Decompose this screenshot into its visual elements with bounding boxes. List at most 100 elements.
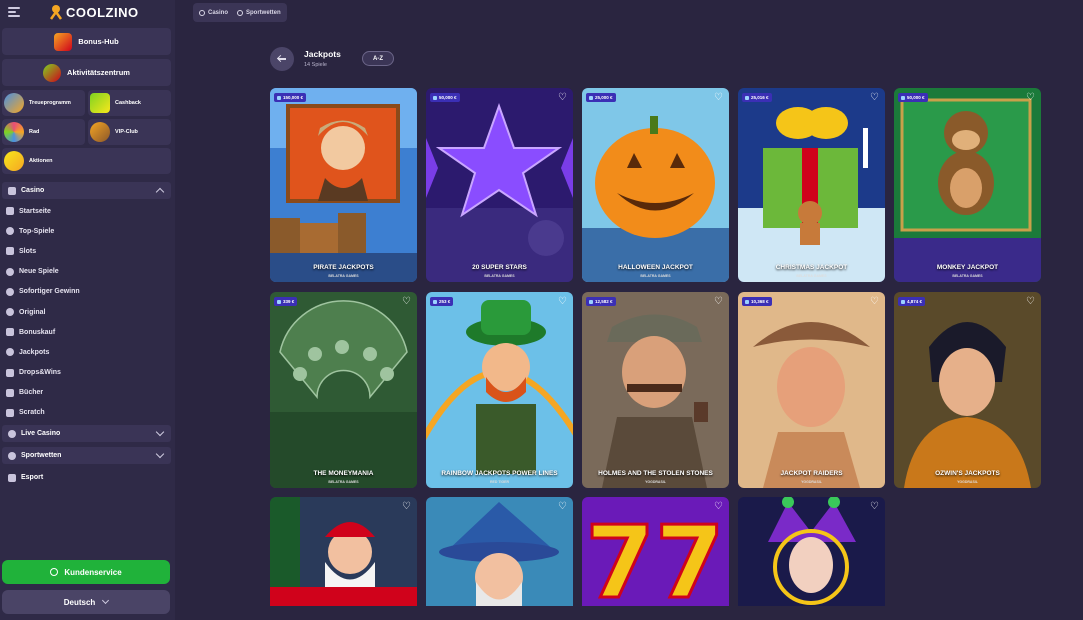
heart-icon[interactable]: ♡: [1026, 93, 1035, 103]
tab-casino[interactable]: Casino: [199, 9, 228, 16]
jackpot-badge: 150,000 €: [274, 93, 307, 102]
game-provider: BELATRA GAMES: [484, 274, 515, 278]
game-provider: YGGDRASIL: [801, 480, 822, 484]
game-title: 20 SUPER STARS: [472, 264, 527, 271]
bonus-hub-label: Bonus-Hub: [78, 37, 119, 46]
sportwetten-label: Sportwetten: [21, 452, 62, 460]
scratch-icon: [6, 408, 14, 417]
nav-item-slots[interactable]: Slots: [6, 241, 175, 261]
game-thumbnail: [270, 497, 417, 606]
activity-center-button[interactable]: Aktivitätszentrum: [2, 59, 171, 86]
game-title: THE MONEYMANIA: [313, 470, 374, 477]
esport-link[interactable]: Esport: [2, 469, 171, 486]
game-title: HALLOWEEN JACKPOT: [618, 264, 693, 271]
heart-icon[interactable]: ♡: [558, 502, 567, 512]
sportwetten-toggle[interactable]: Sportwetten: [2, 447, 171, 465]
game-card[interactable]: ♡: [738, 497, 885, 606]
tile-label: Cashback: [115, 100, 141, 106]
nav-item-top-games[interactable]: Top-Spiele: [6, 221, 175, 241]
nav-item-drops-wins[interactable]: Drops&Wins: [6, 363, 175, 383]
heart-icon[interactable]: ♡: [714, 93, 723, 103]
game-card[interactable]: 77 ♡: [582, 497, 729, 606]
heart-icon[interactable]: ♡: [402, 502, 411, 512]
game-card[interactable]: 253 € ♡ RAINBOW JACKPOTS POWER LINES RED…: [426, 292, 573, 488]
jackpot-badge: 12,582 €: [586, 297, 616, 306]
jackpot-badge: 253 €: [430, 297, 454, 306]
game-card[interactable]: 25,016 € ♡ CHRISTMAS JACKPOT BELATRA GAM…: [738, 88, 885, 282]
customer-service-button[interactable]: Kundenservice: [2, 560, 170, 584]
activity-center-label: Aktivitätszentrum: [67, 68, 130, 77]
tab-sportwetten[interactable]: Sportwetten: [237, 9, 281, 16]
game-card[interactable]: 12,582 € ♡ HOLMES AND THE STOLEN STONES …: [582, 292, 729, 488]
heart-icon[interactable]: ♡: [558, 297, 567, 307]
nav-item-label: Bonuskauf: [19, 328, 56, 336]
ball-icon: [237, 9, 244, 16]
game-card[interactable]: 10,368 € ♡ JACKPOT RAIDERS YGGDRASIL: [738, 292, 885, 488]
heart-icon[interactable]: ♡: [870, 93, 879, 103]
esport-label: Esport: [21, 474, 44, 482]
bonus-hub-button[interactable]: Bonus-Hub: [2, 28, 171, 55]
heart-icon[interactable]: ♡: [402, 297, 411, 307]
nav-item-label: Sofortiger Gewinn: [19, 288, 80, 296]
game-thumbnail: [582, 88, 729, 282]
tile-label: Rad: [29, 129, 40, 135]
sort-button[interactable]: A-Z: [362, 51, 394, 66]
tile-vip[interactable]: VIP-Club: [88, 119, 171, 145]
live-casino-toggle[interactable]: Live Casino: [2, 425, 171, 443]
heart-icon[interactable]: ♡: [714, 297, 723, 307]
heart-icon[interactable]: ♡: [714, 502, 723, 512]
game-card[interactable]: 25,000 € ♡ HALLOWEEN JACKPOT BELATRA GAM…: [582, 88, 729, 282]
game-thumbnail: [270, 292, 417, 488]
game-thumbnail: [426, 292, 573, 488]
back-button[interactable]: [270, 47, 294, 71]
heart-icon[interactable]: ♡: [870, 297, 879, 307]
game-card[interactable]: 339 € ♡ THE MONEYMANIA BELATRA GAMES: [270, 292, 417, 488]
game-count: 14 Spiele: [304, 62, 327, 68]
game-thumbnail: [738, 292, 885, 488]
tile-wheel[interactable]: Rad: [2, 119, 85, 145]
nav-item-bonus-buy[interactable]: Bonuskauf: [6, 322, 175, 342]
game-thumbnail: [270, 88, 417, 282]
game-provider: BELATRA GAMES: [328, 480, 359, 484]
game-provider: YGGDRASIL: [645, 480, 666, 484]
nav-item-scratch[interactable]: Scratch: [6, 403, 175, 423]
game-provider: YGGDRASIL: [957, 480, 978, 484]
jackpot-badge: 25,016 €: [742, 93, 772, 102]
game-title: JACKPOT RAIDERS: [780, 470, 843, 477]
menu-icon[interactable]: [8, 7, 20, 17]
casino-icon: [8, 186, 16, 195]
game-title: PIRATE JACKPOTS: [313, 264, 374, 271]
tile-cashback[interactable]: Cashback: [88, 90, 171, 116]
game-thumbnail: [738, 497, 885, 606]
nav-item-label: Startseite: [19, 207, 51, 215]
logo[interactable]: COOLZINO: [48, 4, 139, 20]
game-card[interactable]: ♡: [426, 497, 573, 606]
nav-item-jackpots[interactable]: Jackpots: [6, 342, 175, 362]
drops-icon: [6, 368, 14, 377]
bonus-buy-icon: [6, 328, 14, 337]
tile-loyalty[interactable]: Treueprogramm: [2, 90, 85, 116]
game-card[interactable]: ♡: [270, 497, 417, 606]
heart-icon[interactable]: ♡: [870, 502, 879, 512]
nav-item-new-games[interactable]: Neue Spiele: [6, 262, 175, 282]
game-card[interactable]: 50,000 € ♡ 20 SUPER STARS BELATRA GAMES: [426, 88, 573, 282]
language-select[interactable]: Deutsch: [2, 590, 170, 614]
nav-item-original[interactable]: Original: [6, 302, 175, 322]
tile-promotions[interactable]: Aktionen: [2, 148, 171, 174]
nav-item-instant-win[interactable]: Sofortiger Gewinn: [6, 282, 175, 302]
percent-icon: [4, 151, 24, 171]
language-label: Deutsch: [63, 597, 96, 607]
heart-icon[interactable]: ♡: [1026, 297, 1035, 307]
heart-icon[interactable]: ♡: [558, 93, 567, 103]
nav-item-books[interactable]: Bücher: [6, 383, 175, 403]
nav-item-label: Neue Spiele: [19, 268, 59, 276]
casino-section-toggle[interactable]: Casino: [2, 182, 171, 199]
star-icon: [6, 267, 14, 276]
nav-item-home[interactable]: Startseite: [6, 201, 175, 221]
game-title: RAINBOW JACKPOTS POWER LINES: [441, 470, 558, 477]
game-provider: BELATRA GAMES: [952, 274, 983, 278]
game-card[interactable]: 50,000 € ♡ MONKEY JACKPOT BELATRA GAMES: [894, 88, 1041, 282]
game-card[interactable]: 4,874 € ♡ OZWIN'S JACKPOTS YGGDRASIL: [894, 292, 1041, 488]
shield-icon: [4, 93, 24, 113]
game-card[interactable]: 150,000 € PIRATE JACKPOTS BELATRA GAMES: [270, 88, 417, 282]
